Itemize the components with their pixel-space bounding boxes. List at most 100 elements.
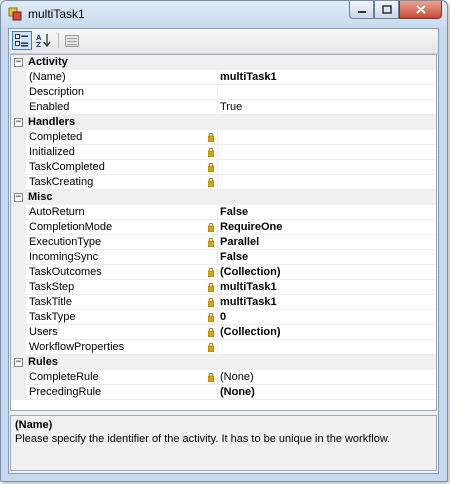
property-name: Users	[29, 326, 58, 338]
property-value[interactable]: False	[220, 251, 248, 263]
column-divider[interactable]	[217, 370, 218, 385]
property-row[interactable]: TaskTitle multiTask1	[11, 295, 436, 310]
property-row[interactable]: TaskType 0	[11, 310, 436, 325]
column-divider[interactable]	[217, 265, 218, 280]
category-activity[interactable]: − Activity	[11, 55, 436, 70]
lock-icon	[208, 133, 214, 142]
property-name: AutoReturn	[29, 206, 85, 218]
collapse-toggle[interactable]: −	[14, 118, 23, 127]
title-bar[interactable]: multiTask1	[1, 1, 447, 27]
lock-icon	[208, 343, 214, 352]
maximize-button[interactable]	[374, 1, 399, 19]
property-value[interactable]: 0	[220, 311, 226, 323]
row-gutter	[11, 70, 26, 85]
property-name: CompleteRule	[29, 371, 99, 383]
minimize-button[interactable]	[349, 1, 374, 19]
property-row[interactable]: IncomingSync False	[11, 250, 436, 265]
close-button[interactable]	[399, 1, 442, 19]
property-row[interactable]: WorkflowProperties	[11, 340, 436, 355]
column-divider[interactable]	[217, 160, 218, 175]
property-name: Enabled	[29, 101, 70, 113]
lock-icon	[208, 373, 214, 382]
property-value[interactable]: multiTask1	[220, 281, 277, 293]
property-value[interactable]: (None)	[220, 371, 254, 383]
property-row[interactable]: Initialized	[11, 145, 436, 160]
column-divider[interactable]	[217, 250, 218, 265]
property-value[interactable]: (Collection)	[220, 266, 281, 278]
column-divider[interactable]	[217, 295, 218, 310]
column-divider[interactable]	[217, 175, 218, 190]
column-divider[interactable]	[217, 100, 218, 115]
row-gutter	[11, 325, 26, 340]
property-name: Completed	[29, 131, 83, 143]
collapse-toggle[interactable]: −	[14, 58, 23, 67]
toolbar: A Z	[9, 29, 438, 54]
property-row[interactable]: TaskOutcomes (Collection)	[11, 265, 436, 280]
row-gutter	[11, 340, 26, 355]
property-row[interactable]: Users (Collection)	[11, 325, 436, 340]
column-divider[interactable]	[217, 85, 218, 100]
property-row[interactable]: TaskCompleted	[11, 160, 436, 175]
category-rules[interactable]: − Rules	[11, 355, 436, 370]
column-divider[interactable]	[217, 235, 218, 250]
property-value[interactable]: multiTask1	[220, 296, 277, 308]
category-handlers[interactable]: − Handlers	[11, 115, 436, 130]
row-gutter	[11, 370, 26, 385]
collapse-toggle[interactable]: −	[14, 358, 23, 367]
row-gutter	[11, 385, 26, 400]
lock-icon	[208, 223, 214, 232]
property-value[interactable]: False	[220, 206, 248, 218]
properties-window: multiTask1 A Z − Activity (Name) multiTa…	[0, 0, 448, 482]
lock-icon	[208, 298, 214, 307]
property-value[interactable]: True	[220, 101, 242, 113]
property-row[interactable]: Completed	[11, 130, 436, 145]
property-name: CompletionMode	[29, 221, 113, 233]
category-label: Misc	[28, 191, 53, 203]
column-divider[interactable]	[217, 70, 218, 85]
lock-icon	[208, 268, 214, 277]
lock-icon	[208, 148, 214, 157]
categorized-button[interactable]	[12, 31, 32, 50]
svg-text:Z: Z	[36, 41, 41, 48]
property-value[interactable]: Parallel	[220, 236, 259, 248]
row-gutter	[11, 250, 26, 265]
property-row[interactable]: (Name) multiTask1	[11, 70, 436, 85]
row-gutter	[11, 100, 26, 115]
property-row[interactable]: ExecutionType Parallel	[11, 235, 436, 250]
row-gutter	[11, 235, 26, 250]
property-value[interactable]: (Collection)	[220, 326, 281, 338]
row-gutter	[11, 160, 26, 175]
column-divider[interactable]	[217, 130, 218, 145]
property-grid[interactable]: − Activity (Name) multiTask1 Description Enab…	[10, 54, 437, 411]
alphabetical-button[interactable]: A Z	[34, 31, 54, 50]
property-pages-icon	[65, 34, 79, 47]
column-divider[interactable]	[217, 145, 218, 160]
property-row[interactable]: Enabled True	[11, 100, 436, 115]
property-name: ExecutionType	[29, 236, 102, 248]
property-row[interactable]: TaskStep multiTask1	[11, 280, 436, 295]
property-row[interactable]: CompleteRule (None)	[11, 370, 436, 385]
column-divider[interactable]	[217, 325, 218, 340]
column-divider[interactable]	[217, 310, 218, 325]
column-divider[interactable]	[217, 220, 218, 235]
category-misc[interactable]: − Misc	[11, 190, 436, 205]
minimize-icon	[357, 10, 366, 13]
property-row[interactable]: PrecedingRule (None)	[11, 385, 436, 400]
column-divider[interactable]	[217, 205, 218, 220]
column-divider[interactable]	[217, 385, 218, 400]
column-divider[interactable]	[217, 340, 218, 355]
property-row[interactable]: Description	[11, 85, 436, 100]
property-pages-button[interactable]	[62, 31, 82, 50]
property-value[interactable]: (None)	[220, 386, 255, 398]
property-value[interactable]: multiTask1	[220, 71, 277, 83]
collapse-toggle[interactable]: −	[14, 193, 23, 202]
property-row[interactable]: TaskCreating	[11, 175, 436, 190]
property-value[interactable]: RequireOne	[220, 221, 282, 233]
window-controls	[349, 1, 442, 19]
property-name: Description	[29, 86, 85, 98]
property-row[interactable]: AutoReturn False	[11, 205, 436, 220]
property-row[interactable]: CompletionMode RequireOne	[11, 220, 436, 235]
column-divider[interactable]	[217, 280, 218, 295]
lock-icon	[208, 238, 214, 247]
row-gutter	[11, 295, 26, 310]
